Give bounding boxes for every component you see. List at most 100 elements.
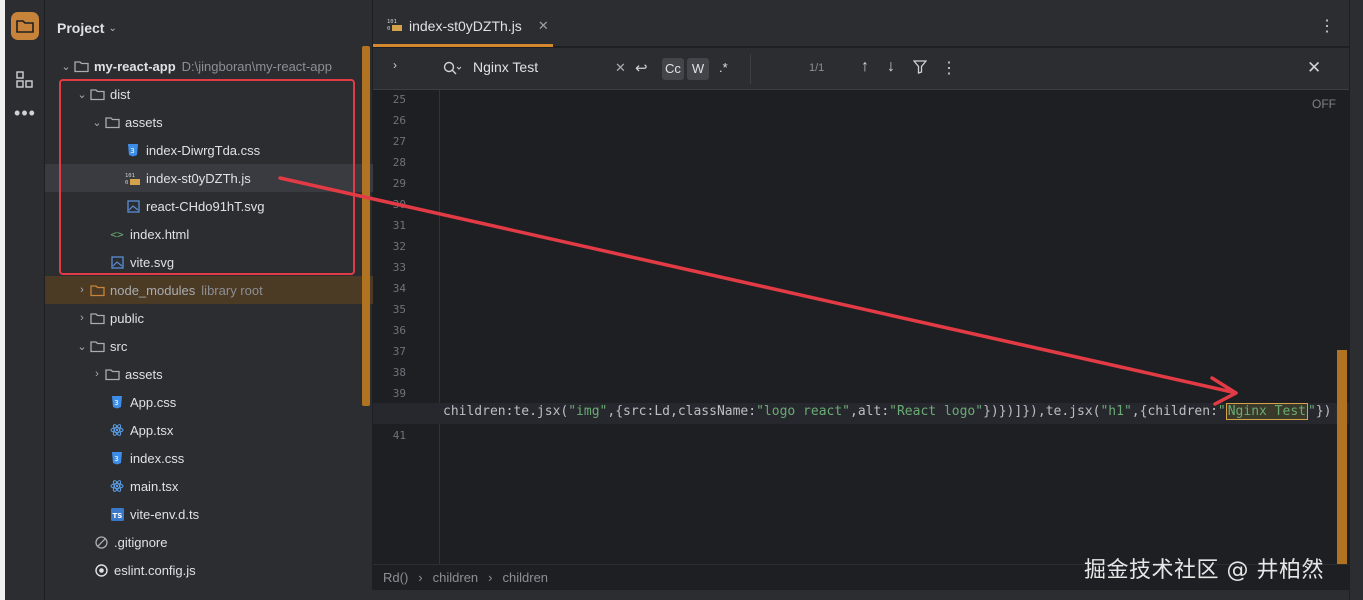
right-tool-rail	[1349, 0, 1363, 600]
arrow-down-icon[interactable]: ↓	[887, 58, 895, 76]
tab-index-js[interactable]: 101 0 index-st0yDZTh.js ✕	[373, 7, 553, 47]
chevron-right-icon[interactable]: ›	[393, 58, 397, 72]
structure-icon[interactable]	[15, 70, 35, 90]
line-number: 41	[392, 429, 406, 442]
line-number: 27	[392, 135, 406, 148]
css-file-icon: 3	[109, 394, 125, 410]
tree-item-label: vite-env.d.ts	[130, 506, 200, 522]
tree-item-gitignore[interactable]: .gitignore	[45, 528, 373, 556]
line-number: 31	[392, 219, 406, 232]
breadcrumb-item[interactable]: children	[503, 570, 549, 585]
eslint-icon	[93, 562, 109, 578]
breadcrumb-separator-icon: ›	[488, 570, 493, 585]
tree-item-eslint-config[interactable]: eslint.config.js	[45, 556, 373, 584]
match-case-toggle[interactable]: Cc	[662, 58, 684, 80]
chevron-down-icon[interactable]: ⌄	[75, 340, 89, 353]
code-string: "	[1308, 404, 1316, 419]
off-indicator[interactable]: OFF	[1312, 97, 1336, 111]
line-number: 39	[392, 387, 406, 400]
tree-item-src[interactable]: ⌄ src	[45, 332, 373, 360]
tree-item-tsx-file[interactable]: main.tsx	[45, 472, 373, 500]
chevron-right-icon[interactable]: ›	[75, 284, 89, 296]
chevron-right-icon[interactable]: ›	[90, 368, 104, 380]
find-input[interactable]: Nginx Test	[473, 59, 538, 75]
close-icon[interactable]: ✕	[1307, 58, 1321, 78]
svg-text:TS: TS	[112, 512, 122, 520]
divider	[750, 54, 751, 84]
arrow-up-icon[interactable]: ↑	[861, 58, 869, 76]
code-string: "h1"	[1100, 404, 1132, 419]
more-vertical-icon[interactable]: ⋮	[941, 58, 957, 78]
breadcrumb-item[interactable]: Rd()	[383, 570, 408, 585]
breadcrumb-item[interactable]: children	[433, 570, 479, 585]
tree-item-label: App.tsx	[130, 422, 174, 438]
tree-item-label: .gitignore	[114, 534, 168, 550]
new-line-icon[interactable]: ↩	[635, 59, 648, 77]
tree-item-label: index.css	[130, 450, 185, 466]
line-number: 37	[392, 345, 406, 358]
project-panel-header[interactable]: Project ⌄	[57, 18, 117, 38]
folder-icon	[16, 20, 34, 33]
whole-words-toggle[interactable]: W	[687, 58, 709, 80]
line-number: 38	[392, 366, 406, 379]
tree-item-src-assets[interactable]: › assets	[45, 360, 373, 388]
line-number: 32	[392, 240, 406, 253]
tree-item-node-modules[interactable]: › node_modules library root	[45, 276, 373, 304]
tree-item-my-react-app[interactable]: ⌄ my-react-app D:\jingboran\my-react-app	[45, 52, 373, 80]
code-string: "	[1217, 404, 1226, 419]
react-icon	[109, 422, 125, 438]
code-token: children:te.jsx(	[443, 404, 569, 419]
tree-item-css-file[interactable]: 3 index.css	[45, 444, 373, 472]
code-token: ,{children:	[1131, 404, 1218, 419]
line-number: 30	[392, 198, 406, 211]
code-token: })	[1315, 404, 1332, 419]
project-tool-button[interactable]	[11, 12, 39, 40]
more-tools-icon[interactable]: •••	[13, 104, 37, 126]
close-icon[interactable]: ✕	[538, 18, 549, 34]
filter-icon[interactable]	[912, 60, 928, 77]
clear-icon[interactable]: ✕	[615, 60, 626, 76]
line-number: 34	[392, 282, 406, 295]
editor-tabbar: 101 0 index-st0yDZTh.js ✕ ⋮	[373, 0, 1349, 47]
tree-item-label: my-react-app	[94, 58, 176, 74]
project-scrollbar[interactable]	[362, 46, 370, 406]
tree-item-css-file[interactable]: 3 App.css	[45, 388, 373, 416]
regex-toggle[interactable]: .*	[719, 60, 728, 75]
editor-scrollbar[interactable]	[1337, 350, 1347, 564]
search-icon[interactable]	[443, 61, 461, 77]
folder-icon	[89, 282, 105, 298]
annotation-box	[59, 79, 355, 275]
search-match-highlight: Nginx Test	[1225, 403, 1308, 420]
tree-item-ts-file[interactable]: TS vite-env.d.ts	[45, 500, 373, 528]
code-string: "logo react"	[756, 404, 851, 419]
chevron-right-icon[interactable]: ›	[75, 312, 89, 324]
chevron-down-icon[interactable]: ⌄	[59, 60, 73, 73]
find-bar: › Nginx Test ✕ ↩ Cc W .* 1/1 ↑ ↓ ⋮ ✕	[373, 48, 1349, 90]
project-title: Project	[57, 20, 105, 36]
match-count: 1/1	[809, 62, 825, 74]
react-icon	[109, 478, 125, 494]
tree-item-label: main.tsx	[130, 478, 179, 494]
line-gutter: 25 26 27 28 29 30 31 32 33 34 35 36 37 3…	[373, 90, 440, 564]
folder-icon	[89, 310, 105, 326]
tree-item-label: eslint.config.js	[114, 562, 196, 578]
tree-item-public[interactable]: › public	[45, 304, 373, 332]
chevron-down-icon: ⌄	[108, 22, 117, 34]
code-token: })})]}),te.jsx(	[983, 404, 1101, 419]
tree-item-label: src	[110, 338, 128, 354]
ignore-file-icon	[93, 534, 109, 550]
code-token: ,{src:Ld,className:	[607, 404, 757, 419]
code-string: "React logo"	[889, 404, 984, 419]
tree-item-tsx-file[interactable]: App.tsx	[45, 416, 373, 444]
watermark: 掘金技术社区 @ 井柏然	[1084, 558, 1324, 583]
tree-item-label: assets	[125, 366, 163, 382]
line-number: 36	[392, 324, 406, 337]
code-string: "img"	[568, 404, 608, 419]
code-line-40[interactable]: children:te.jsx("img",{src:Ld,className:…	[443, 403, 1332, 420]
more-vertical-icon[interactable]: ⋮	[1319, 16, 1335, 36]
line-number: 26	[392, 114, 406, 127]
tab-label: index-st0yDZTh.js	[409, 17, 522, 34]
tool-window-rail: •••	[5, 0, 45, 600]
svg-text:101: 101	[387, 19, 397, 25]
typescript-icon: TS	[109, 506, 125, 522]
